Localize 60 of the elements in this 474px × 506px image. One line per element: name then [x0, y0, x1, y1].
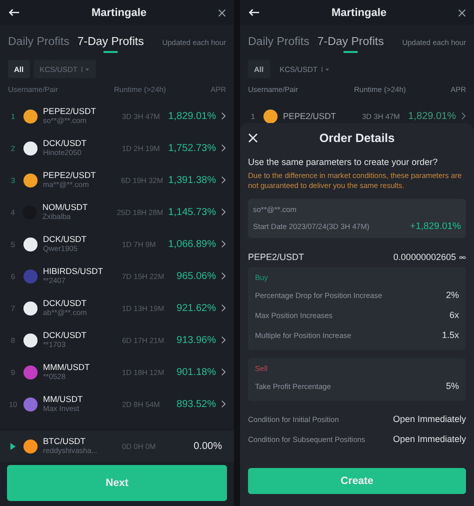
back-arrow-icon[interactable] — [248, 8, 260, 17]
pair-name: DCK/USDT — [43, 298, 88, 308]
play-marker-icon — [8, 442, 18, 450]
pair-name: PEPE2/USDT — [42, 170, 97, 180]
parameter-value: 1.5x — [442, 330, 459, 340]
chevron-icon — [221, 400, 226, 408]
apr-value: 901.18% — [176, 366, 216, 378]
apr-value: 1,752.73% — [168, 142, 216, 154]
dropdown-caret-icon — [80, 66, 90, 72]
apr-value: 0.00% — [194, 440, 223, 452]
chevron-icon — [221, 144, 226, 152]
apr-value: 1,391.38% — [168, 174, 216, 186]
screen-title: Martingale — [91, 6, 146, 18]
infinity-icon — [459, 254, 466, 260]
dropdown-caret-icon — [320, 66, 330, 72]
apr-value: 1,066.89% — [168, 238, 216, 250]
pair-name: DCK/USDT — [43, 330, 88, 340]
apr-value: 913.96% — [176, 334, 216, 346]
price-value: 0.00000002605 — [393, 252, 456, 262]
tab[interactable]: Daily Profits — [248, 36, 310, 53]
pair-name: PEPE2/USDT — [283, 111, 337, 121]
pair-name: BTC/USDT — [43, 436, 86, 446]
condition-value: Open Immediately — [392, 414, 466, 424]
apr-value: 893.52% — [176, 398, 216, 410]
close-icon[interactable] — [218, 8, 226, 16]
chevron-icon — [220, 176, 226, 184]
apr-value: 1,829.01% — [168, 110, 216, 122]
sheet-title: Order Details — [319, 131, 395, 145]
tab[interactable]: 7-Day Profits — [317, 36, 384, 53]
chevron-icon — [221, 112, 226, 120]
pair-name: MM/USDT — [43, 394, 84, 404]
pair-name: NOM/USDT — [42, 202, 89, 212]
chevron-icon — [221, 304, 226, 312]
parameter-value: 6x — [449, 310, 459, 320]
chevron-icon — [221, 368, 226, 376]
apr-value: 965.06% — [176, 270, 216, 282]
apr-value: 1,829.01% — [408, 110, 456, 122]
parameter-value: 2% — [446, 290, 459, 300]
chevron-icon — [461, 112, 466, 120]
apr-value: 1,145.73% — [168, 206, 216, 218]
condition-value: Open Immediately — [392, 434, 466, 444]
tab[interactable]: 7-Day Profits — [77, 36, 144, 53]
close-icon[interactable] — [458, 8, 466, 16]
pair-name: PEPE2/USDT — [43, 106, 97, 116]
pair-name: DCK/USDT — [43, 234, 88, 244]
chevron-icon — [221, 240, 226, 248]
pair-name: HIBIRDS/USDT — [43, 266, 104, 276]
screen-title: Martingale — [331, 6, 386, 18]
parameter-value: 5% — [446, 381, 459, 391]
back-arrow-icon[interactable] — [8, 8, 20, 17]
pair-name: DCK/USDT — [43, 138, 88, 148]
chevron-icon — [221, 336, 226, 344]
apr-value: +1,829.01% — [410, 221, 461, 232]
question-text: Use the same parameters to create your order? — [248, 157, 439, 167]
pair-name: PEPE2/USDT — [248, 252, 304, 262]
chevron-icon — [221, 272, 226, 280]
pair-name: MMM/USDT — [43, 362, 91, 372]
apr-value: 921.62% — [176, 302, 216, 314]
tab[interactable]: Daily Profits — [8, 36, 70, 53]
chevron-icon — [221, 208, 226, 216]
